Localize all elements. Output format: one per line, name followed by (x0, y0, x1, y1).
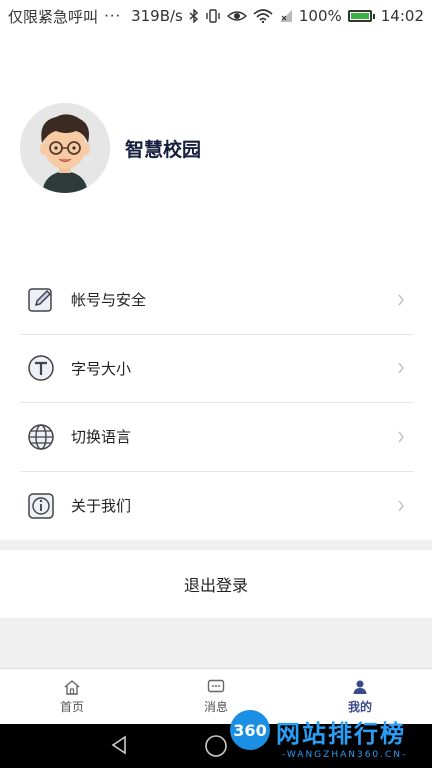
avatar[interactable] (20, 103, 110, 193)
home-icon (63, 678, 81, 696)
eye-icon (226, 9, 247, 23)
menu-label-font-size: 字号大小 (71, 359, 132, 378)
chevron-right-icon (394, 430, 408, 444)
status-left: 仅限紧急呼叫 ··· (8, 6, 121, 27)
carrier-text: 仅限紧急呼叫 (8, 7, 99, 26)
vibrate-icon (205, 9, 221, 23)
tab-home[interactable]: 首页 (0, 669, 144, 724)
menu-item-font-size[interactable]: 字号大小 (20, 335, 414, 403)
chevron-right-icon (394, 361, 408, 375)
status-bar: 仅限紧急呼叫 ··· 319B/s 100% 14:02 (0, 0, 432, 32)
clock: 14:02 (380, 7, 424, 25)
avatar-illustration (20, 103, 110, 193)
wifi-icon (253, 9, 273, 23)
more-dots: ··· (104, 7, 122, 25)
watermark-text: 网站排行榜 (276, 720, 406, 748)
battery-icon (347, 10, 375, 22)
network-speed: 319B/s (131, 7, 183, 25)
message-icon (207, 678, 225, 696)
section-divider (0, 540, 432, 550)
menu-item-account-security[interactable]: 帐号与安全 (20, 266, 414, 335)
watermark: 360 网站排行榜 -WANGZHAN360.CN- (222, 706, 432, 768)
settings-menu: 帐号与安全 字号大小 切换语言 关于我们 (20, 266, 414, 540)
app-name: 智慧校园 (125, 138, 202, 161)
info-icon (25, 490, 57, 522)
bluetooth-icon (189, 9, 199, 23)
back-icon[interactable] (108, 734, 130, 760)
menu-label-account-security: 帐号与安全 (71, 291, 147, 310)
menu-item-about-us[interactable]: 关于我们 (20, 472, 414, 541)
status-right: 319B/s 100% 14:02 (131, 7, 424, 25)
watermark-logo: 360 (230, 710, 270, 750)
profile-header[interactable]: 智慧校园 (20, 103, 201, 193)
chevron-right-icon (394, 293, 408, 307)
user-icon (352, 678, 368, 696)
edit-icon (25, 284, 57, 316)
font-size-icon (25, 352, 57, 384)
tab-home-label: 首页 (59, 700, 84, 714)
logout-button[interactable]: 退出登录 (0, 550, 432, 618)
menu-label-switch-language: 切换语言 (71, 428, 132, 447)
menu-item-switch-language[interactable]: 切换语言 (20, 403, 414, 472)
battery-percent: 100% (298, 7, 342, 25)
watermark-subtext: -WANGZHAN360.CN- (282, 750, 408, 760)
menu-label-about-us: 关于我们 (71, 497, 132, 516)
chevron-right-icon (394, 499, 408, 513)
signal-icon (279, 9, 293, 23)
bottom-spacer (0, 618, 432, 668)
globe-icon (25, 421, 57, 453)
